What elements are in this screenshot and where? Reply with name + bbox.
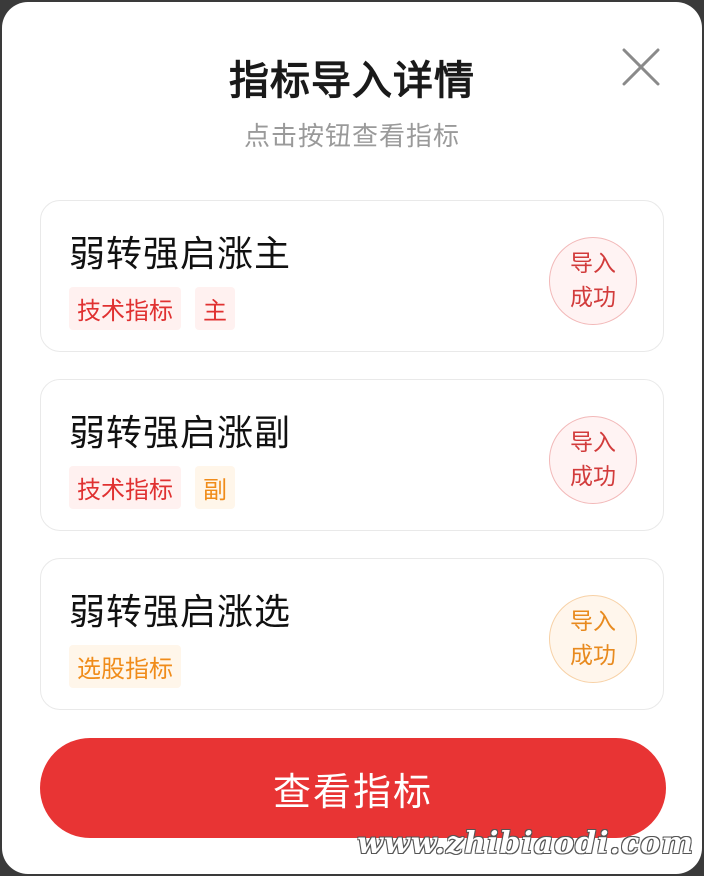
- import-success-stamp: 导入 成功: [549, 595, 637, 683]
- tag-indicator-type: 技术指标: [69, 466, 181, 509]
- tag-chart-position: 副: [195, 466, 235, 509]
- tag-chart-position: 主: [195, 287, 235, 330]
- stamp-text-line1: 导入: [570, 609, 616, 635]
- stamp-text-line2: 成功: [570, 464, 616, 490]
- stamp-text-line2: 成功: [570, 285, 616, 311]
- dialog-title: 指标导入详情: [229, 58, 475, 104]
- import-success-stamp: 导入 成功: [549, 416, 637, 504]
- tag-indicator-type: 技术指标: [69, 287, 181, 330]
- indicator-name: 弱转强启涨副: [69, 413, 292, 454]
- stamp-text-line1: 导入: [570, 430, 616, 456]
- indicator-name: 弱转强启涨选: [69, 592, 292, 633]
- indicator-card: 弱转强启涨主 技术指标 主 导入 成功: [40, 200, 664, 352]
- stamp-text-line2: 成功: [570, 643, 616, 669]
- indicator-card: 弱转强启涨选 选股指标 导入 成功: [40, 558, 664, 710]
- indicator-name: 弱转强启涨主: [69, 234, 292, 275]
- tag-indicator-type: 选股指标: [69, 645, 181, 688]
- tag-list: 选股指标: [69, 645, 181, 688]
- import-success-stamp: 导入 成功: [549, 237, 637, 325]
- import-details-dialog: 指标导入详情 点击按钮查看指标 弱转强启涨主 技术指标 主 导入 成功 弱转强启…: [2, 2, 702, 874]
- view-indicators-button[interactable]: 查看指标: [40, 738, 666, 838]
- tag-list: 技术指标 副: [69, 466, 235, 509]
- site-watermark: www.zhibiaodi.com: [357, 826, 694, 861]
- stamp-text-line1: 导入: [570, 251, 616, 277]
- tag-list: 技术指标 主: [69, 287, 235, 330]
- dialog-subtitle: 点击按钮查看指标: [243, 122, 460, 152]
- indicator-card: 弱转强启涨副 技术指标 副 导入 成功: [40, 379, 664, 531]
